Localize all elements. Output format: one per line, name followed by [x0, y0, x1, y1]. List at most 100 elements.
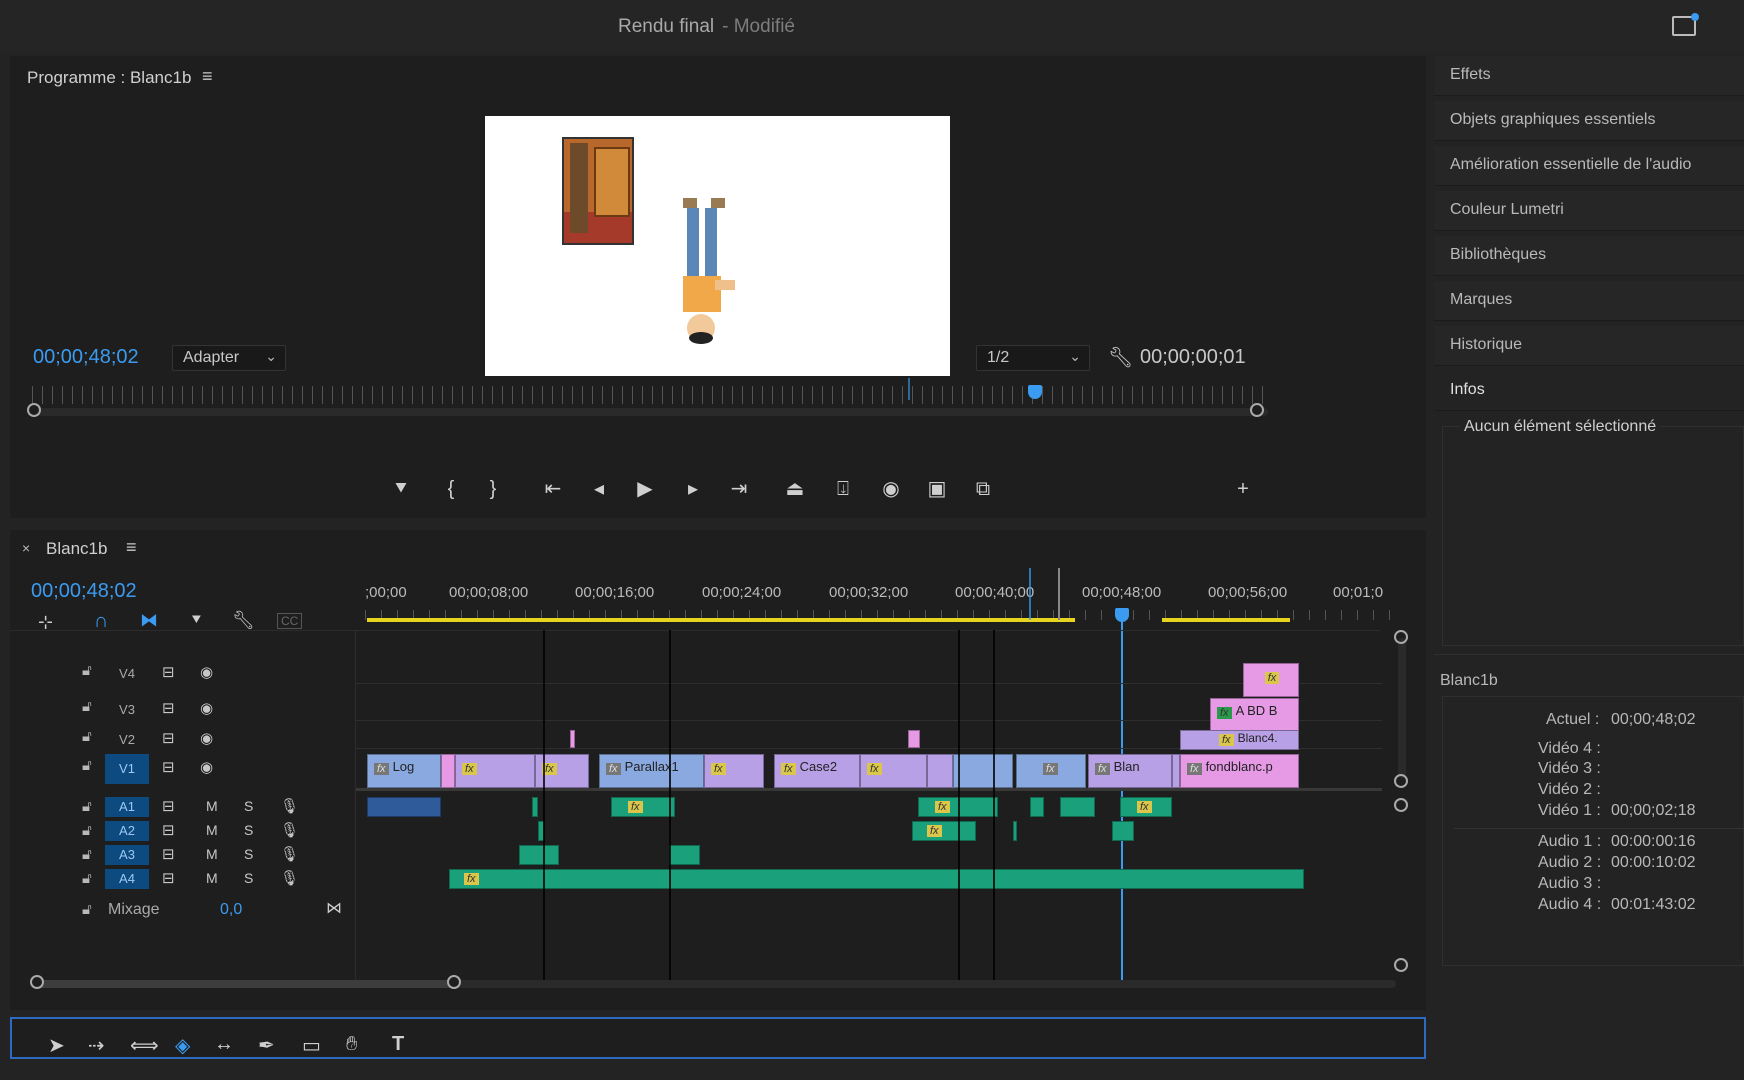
sync-lock-icon[interactable]: ⊟ — [162, 758, 175, 776]
track-select-icon[interactable]: ⇢ — [88, 1033, 105, 1058]
eye-icon[interactable]: ◉ — [200, 663, 213, 681]
track-label-a3[interactable]: A3 — [105, 845, 149, 865]
audio-clip-a1[interactable] — [532, 797, 538, 817]
zoom-handle-right[interactable] — [1250, 403, 1264, 417]
program-playhead[interactable] — [1028, 385, 1042, 399]
rectangle-icon[interactable]: ▭ — [302, 1033, 321, 1058]
sync-lock-icon[interactable]: ⊟ — [162, 845, 175, 863]
go-to-in-icon[interactable]: ⇤ — [538, 474, 568, 504]
scroll-handle[interactable] — [1394, 630, 1408, 644]
program-current-time[interactable]: 00;00;48;02 — [33, 346, 139, 369]
clip-v2-marker[interactable] — [570, 730, 575, 748]
clip-v1[interactable] — [1172, 754, 1180, 788]
clip-v1[interactable]: fx — [860, 754, 927, 788]
audio-clip-a2[interactable] — [1112, 821, 1134, 841]
lock-icon[interactable]: 🔓︎ — [82, 901, 92, 918]
clip-v1[interactable]: fx — [1016, 754, 1086, 788]
wrench-icon[interactable]: 🔧︎ — [232, 610, 255, 631]
audio-clip-a1[interactable] — [1030, 797, 1044, 817]
zoom-handle-left[interactable] — [27, 403, 41, 417]
clip-v1-blan[interactable]: fx Blan — [1088, 754, 1172, 788]
sync-lock-icon[interactable]: ⊟ — [162, 821, 175, 839]
workspace-icon[interactable] — [1672, 13, 1699, 36]
lock-icon[interactable]: 🔓︎ — [82, 757, 92, 774]
lock-icon[interactable]: 🔓︎ — [82, 698, 92, 715]
mix-value[interactable]: 0,0 — [220, 901, 242, 919]
close-icon[interactable]: × — [22, 540, 30, 556]
audio-clip-a3[interactable] — [519, 845, 559, 865]
timeline-tab[interactable]: Blanc1b — [46, 539, 107, 559]
audio-clip-a1[interactable] — [1060, 797, 1095, 817]
type-icon[interactable]: T — [392, 1033, 404, 1056]
lock-icon[interactable]: 🔓︎ — [82, 870, 92, 887]
extract-icon[interactable]: ⍗ — [828, 474, 858, 504]
track-label-a4[interactable]: A4 — [105, 869, 149, 889]
plus-icon[interactable]: + — [1228, 474, 1258, 504]
solo-button[interactable]: S — [244, 870, 253, 886]
play-icon[interactable]: ▶ — [630, 474, 660, 504]
mark-out-icon[interactable]: } — [478, 474, 508, 504]
camera-icon[interactable]: ◉ — [876, 474, 906, 504]
clip-v2-marker[interactable] — [908, 730, 920, 748]
audio-clip-a2[interactable]: fx — [912, 821, 976, 841]
add-marker-icon[interactable]: ⯆ — [190, 612, 203, 630]
eye-icon[interactable]: ◉ — [200, 699, 213, 717]
audio-clip-a2[interactable] — [1013, 821, 1017, 841]
audio-clip-a4[interactable]: fx — [449, 869, 1304, 889]
scroll-handle[interactable] — [1394, 774, 1408, 788]
track-label-v3[interactable]: V3 — [105, 698, 149, 722]
clip-v3[interactable]: fx A BD B — [1210, 698, 1299, 732]
hamburger-icon[interactable]: ≡ — [202, 66, 213, 87]
sync-lock-icon[interactable]: ⊟ — [162, 663, 175, 681]
panel-couleur-lumetri[interactable]: Couleur Lumetri — [1434, 191, 1744, 231]
clip-v1[interactable] — [441, 754, 455, 788]
clip-v1-case2[interactable]: fx Case2 — [774, 754, 860, 788]
selection-tool-icon[interactable]: ➤ — [48, 1033, 65, 1058]
timeline-current-time[interactable]: 00;00;48;02 — [31, 580, 137, 603]
fit-select[interactable]: Adapter ⌄ — [172, 345, 286, 371]
mic-icon[interactable]: 🎙︎ — [280, 845, 299, 863]
export-frame-icon[interactable]: ⧉ — [968, 474, 998, 504]
panel-effets[interactable]: Effets — [1434, 56, 1744, 96]
lock-icon[interactable]: 🔓︎ — [82, 662, 92, 679]
go-to-out-icon[interactable]: ⇥ — [724, 474, 754, 504]
panel-historique[interactable]: Historique — [1434, 326, 1744, 366]
compare-icon[interactable]: ▣ — [922, 474, 952, 504]
razor-icon[interactable]: ◈ — [175, 1033, 190, 1058]
eye-icon[interactable]: ◉ — [200, 758, 213, 776]
clip-v1[interactable]: fx — [704, 754, 764, 788]
video-vertical-scrollbar[interactable] — [1398, 638, 1406, 778]
solo-button[interactable]: S — [244, 822, 253, 838]
mute-button[interactable]: M — [206, 798, 218, 814]
hamburger-icon[interactable]: ≡ — [126, 537, 137, 558]
bowtie-icon[interactable]: ⋈ — [326, 898, 342, 918]
solo-button[interactable]: S — [244, 846, 253, 862]
clip-v1-fondblanc[interactable]: fx fondblanc.p — [1180, 754, 1299, 788]
wrench-icon[interactable]: 🔧︎ — [1108, 345, 1133, 370]
captions-icon[interactable]: CC — [277, 613, 303, 629]
panel-bibliotheques[interactable]: Bibliothèques — [1434, 236, 1744, 276]
clip-v2[interactable]: fx Blanc4. — [1180, 730, 1299, 750]
program-time-ruler[interactable] — [32, 386, 1268, 404]
scroll-handle[interactable] — [1394, 798, 1408, 812]
clip-v4[interactable]: fx — [1243, 663, 1299, 697]
mic-icon[interactable]: 🎙︎ — [280, 821, 299, 839]
lock-icon[interactable]: 🔓︎ — [82, 822, 92, 839]
linked-icon[interactable]: ⧓ — [140, 610, 158, 631]
panel-objets-graphiques[interactable]: Objets graphiques essentiels — [1434, 101, 1744, 141]
mute-button[interactable]: M — [206, 846, 218, 862]
sync-lock-icon[interactable]: ⊟ — [162, 699, 175, 717]
step-back-icon[interactable]: ◂ — [584, 474, 614, 504]
sync-lock-icon[interactable]: ⊟ — [162, 869, 175, 887]
zoom-scrollbar[interactable] — [32, 408, 1268, 416]
sync-lock-icon[interactable]: ⊟ — [162, 797, 175, 815]
marker-icon[interactable]: ⯆ — [386, 474, 416, 504]
scroll-handle[interactable] — [30, 975, 44, 989]
panel-marques[interactable]: Marques — [1434, 281, 1744, 321]
step-forward-icon[interactable]: ▸ — [678, 474, 708, 504]
solo-button[interactable]: S — [244, 798, 253, 814]
lift-icon[interactable]: ⏏ — [780, 474, 810, 504]
track-label-v1[interactable]: V1 — [105, 754, 149, 784]
lock-icon[interactable]: 🔓︎ — [82, 846, 92, 863]
track-label-v2[interactable]: V2 — [105, 728, 149, 752]
